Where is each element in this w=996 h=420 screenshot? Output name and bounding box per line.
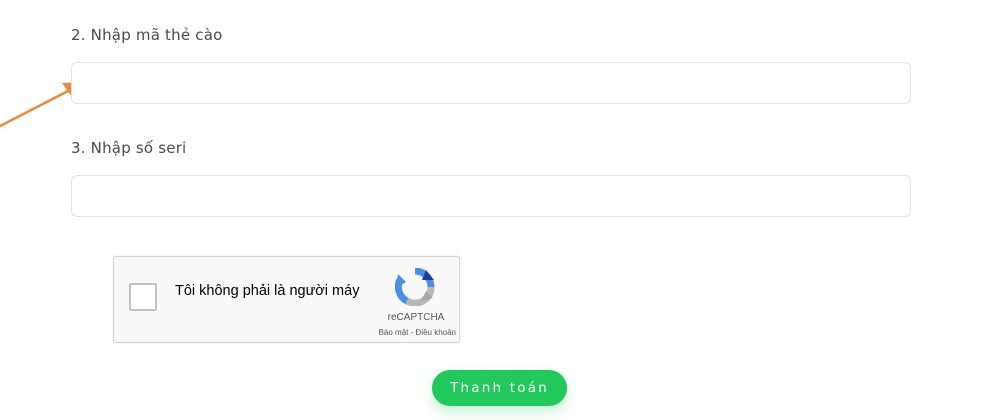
recaptcha-checkbox-label: Tôi không phải là người máy — [175, 283, 360, 299]
card-code-label: 2. Nhập mã thẻ cào — [71, 26, 223, 44]
terms-link[interactable]: Điều khoản — [416, 328, 456, 337]
recaptcha-links: Bảo mật - Điều khoản — [346, 328, 456, 337]
privacy-link[interactable]: Bảo mật — [379, 328, 409, 337]
recaptcha-brand-label: reCAPTCHA — [387, 312, 445, 323]
recaptcha-widget: Tôi không phải là người máy reCAPTCHA Bả… — [113, 256, 460, 343]
serial-label: 3. Nhập số seri — [71, 139, 187, 157]
payment-form-page: 2. Nhập mã thẻ cào 3. Nhập số seri Tôi k… — [0, 0, 996, 420]
serial-input[interactable] — [71, 175, 911, 217]
recaptcha-logo-icon — [395, 268, 435, 306]
pay-button[interactable]: Thanh toán — [432, 370, 567, 406]
card-code-input[interactable] — [71, 62, 911, 104]
recaptcha-checkbox[interactable] — [129, 283, 157, 311]
